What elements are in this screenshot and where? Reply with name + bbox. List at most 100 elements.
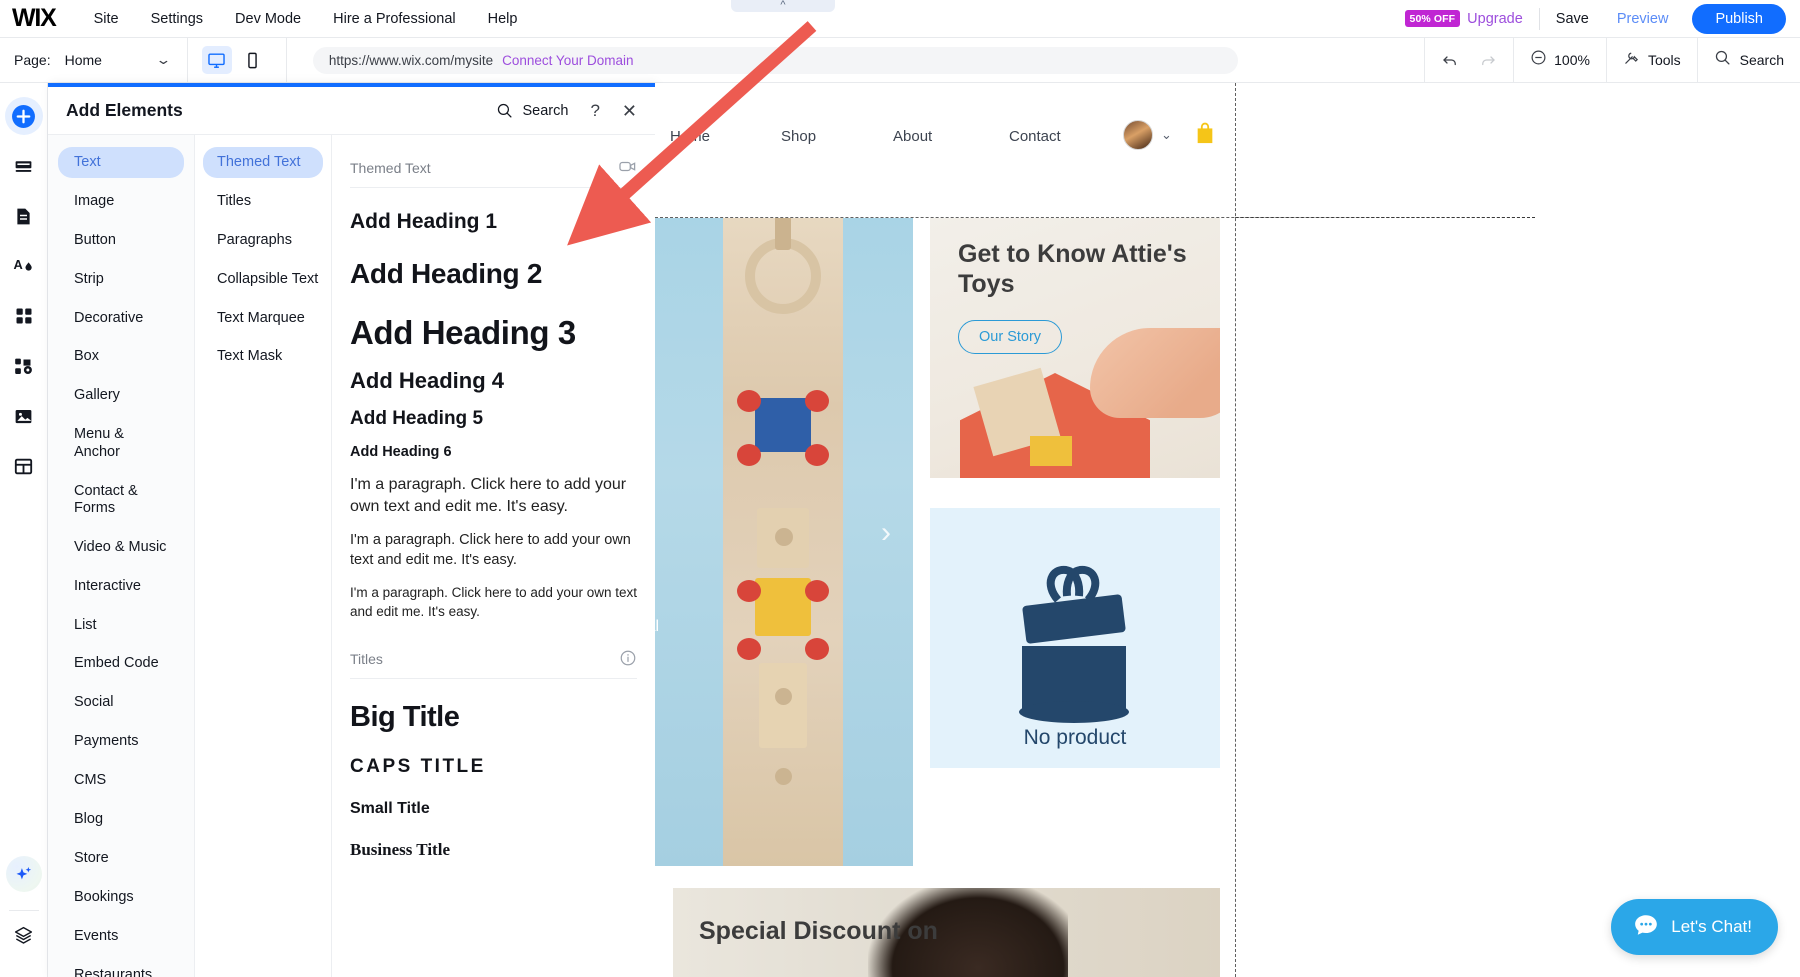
sidebar-item-pages-and-menu[interactable] [5,197,43,235]
search-button[interactable]: Search [1696,37,1800,83]
sidebar-item-cms[interactable] [5,447,43,485]
category-image[interactable]: Image [58,186,184,217]
category-decorative[interactable]: Decorative [58,303,184,334]
category-restaurants[interactable]: Restaurants [58,960,184,977]
zoom-control[interactable]: 100% [1513,37,1606,83]
category-strip[interactable]: Strip [58,264,184,295]
category-box[interactable]: Box [58,341,184,372]
collapse-editor-tab[interactable]: ^ [731,0,835,12]
subcategory-titles[interactable]: Titles [203,186,323,217]
cms-icon [14,458,33,474]
site-nav-home[interactable]: Home [670,128,710,145]
category-text[interactable]: Text [58,147,184,179]
yellow-block-illustration [1030,436,1072,466]
category-embed-code[interactable]: Embed Code [58,648,184,679]
category-interactive[interactable]: Interactive [58,571,184,602]
divider [8,910,39,911]
subcategory-text-marquee[interactable]: Text Marquee [203,303,323,334]
category-gallery[interactable]: Gallery [58,380,184,411]
upgrade-link[interactable]: Upgrade [1467,11,1523,27]
panel-subcategory-list: Themed Text Titles Paragraphs Collapsibl… [195,135,332,977]
subcategory-collapsible-text[interactable]: Collapsible Text [203,264,323,295]
close-icon[interactable]: ✕ [622,102,637,120]
site-url-bar[interactable]: https://www.wix.com/mysite Connect Your … [312,46,1238,74]
text-preset-heading-1[interactable]: Add Heading 1 [350,210,637,234]
site-nav-contact[interactable]: Contact [1009,128,1061,145]
product-placeholder-card[interactable]: No product [930,508,1220,768]
subcategory-text-mask[interactable]: Text Mask [203,341,323,372]
category-list[interactable]: List [58,610,184,641]
hero-next-arrow[interactable]: › [881,518,891,548]
text-preset-paragraph-large[interactable]: I'm a paragraph. Click here to add your … [350,474,637,517]
category-button[interactable]: Button [58,225,184,256]
text-preset-heading-2[interactable]: Add Heading 2 [350,258,637,290]
text-preset-heading-4[interactable]: Add Heading 4 [350,368,637,394]
wix-logo[interactable]: WIX [12,6,57,31]
mobile-view-button[interactable] [238,46,268,74]
category-events[interactable]: Events [58,921,184,952]
menu-item-help[interactable]: Help [488,11,518,27]
text-preset-heading-6[interactable]: Add Heading 6 [350,444,637,460]
menu-item-hire-a-professional[interactable]: Hire a Professional [333,11,456,27]
category-contact-and-forms[interactable]: Contact & Forms [58,476,184,525]
text-preset-heading-5[interactable]: Add Heading 5 [350,408,637,430]
our-story-button[interactable]: Our Story [958,320,1063,354]
menu-item-site[interactable]: Site [94,11,119,27]
text-preset-caps-title[interactable]: CAPS TITLE [350,756,637,778]
layers-button[interactable] [13,925,34,951]
text-preset-business-title[interactable]: Business Title [350,840,637,860]
sidebar-item-apps[interactable] [5,297,43,335]
question-mark-icon[interactable]: ? [590,101,599,121]
redo-button[interactable] [1479,51,1497,69]
menu-item-dev-mode[interactable]: Dev Mode [235,11,301,27]
category-payments[interactable]: Payments [58,726,184,757]
page-selector-value[interactable]: Home [65,52,102,68]
category-blog[interactable]: Blog [58,804,184,835]
ai-assistant-button[interactable] [5,856,42,892]
publish-button[interactable]: Publish [1692,3,1786,34]
chevron-down-icon[interactable]: ⌄ [155,52,171,68]
chat-widget-button[interactable]: Let's Chat! [1611,899,1778,955]
info-icon[interactable] [619,649,637,670]
text-preset-small-title[interactable]: Small Title [350,800,637,818]
subcategory-paragraphs[interactable]: Paragraphs [203,225,323,256]
hero-slide[interactable]: e to oys ucational [655,218,913,866]
menu-item-settings[interactable]: Settings [151,11,203,27]
sidebar-item-business-tools[interactable] [5,347,43,385]
site-nav-shop[interactable]: Shop [781,128,816,145]
category-video-and-music[interactable]: Video & Music [58,532,184,563]
sidebar-item-add-section[interactable] [5,147,43,185]
preview-button[interactable]: Preview [1617,11,1669,27]
no-product-label: No product [1023,726,1127,749]
subcategory-themed-text[interactable]: Themed Text [203,147,323,179]
text-preset-heading-3[interactable]: Add Heading 3 [350,314,637,352]
connect-domain-link[interactable]: Connect Your Domain [502,53,633,68]
site-nav-about[interactable]: About [893,128,932,145]
about-card[interactable]: Get to Know Attie's Toys Our Story [930,218,1220,478]
text-preset-big-title[interactable]: Big Title [350,701,637,734]
category-store[interactable]: Store [58,843,184,874]
category-bookings[interactable]: Bookings [58,882,184,913]
desktop-view-button[interactable] [201,46,232,74]
undo-button[interactable] [1441,51,1459,69]
category-social[interactable]: Social [58,687,184,718]
zoom-out-icon [1530,49,1547,71]
promo-band[interactable]: Special Discount on [673,888,1220,977]
chevron-down-icon[interactable]: ⌄ [1161,127,1172,143]
save-button[interactable]: Save [1556,11,1589,27]
video-tutorial-icon[interactable] [618,157,637,179]
hand-illustration [1090,328,1220,418]
text-preset-paragraph-medium[interactable]: I'm a paragraph. Click here to add your … [350,531,637,570]
panel-search-button[interactable]: Search [496,102,568,119]
wix-editor-screen: ^ WIX Site Settings Dev Mode Hire a Prof… [0,0,1800,977]
shopping-bag-icon[interactable] [1194,121,1216,150]
sidebar-item-media[interactable] [5,397,43,435]
sidebar-item-site-design[interactable]: A [5,247,43,285]
category-cms[interactable]: CMS [58,765,184,796]
tools-button[interactable]: Tools [1605,37,1697,83]
category-menu-and-anchor[interactable]: Menu & Anchor [58,419,184,468]
avatar[interactable] [1123,120,1153,150]
panel-title: Add Elements [66,100,183,120]
sidebar-item-add-elements[interactable] [4,97,43,135]
text-preset-paragraph-small[interactable]: I'm a paragraph. Click here to add your … [350,584,637,620]
